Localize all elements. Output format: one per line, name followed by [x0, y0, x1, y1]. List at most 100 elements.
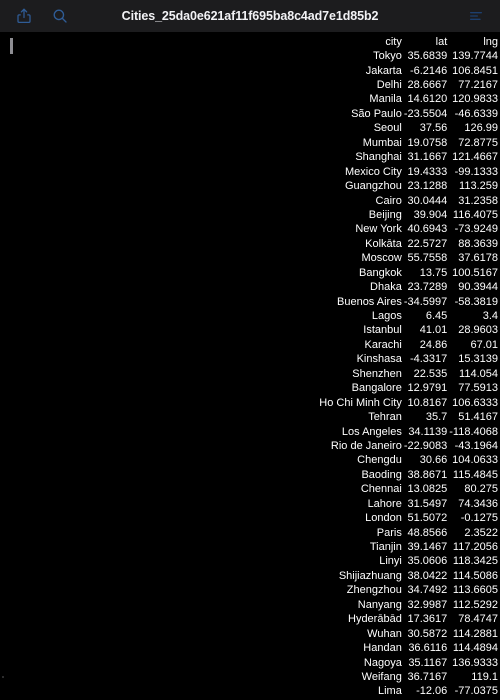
table-row: Seoul 37.56 126.99 [317, 122, 498, 136]
cell-lng: 31.2358 [458, 194, 498, 207]
cell-lng: 113.6605 [452, 584, 498, 597]
cell-lat: 36.7167 [407, 670, 448, 683]
cell-lat: 28.6667 [407, 79, 448, 92]
cell-lat: -22.9083 [403, 439, 448, 452]
cell-lng: -118.4068 [449, 425, 498, 438]
cell-lat: 39.904 [413, 208, 448, 221]
cell-lat: 35.6839 [407, 50, 448, 63]
cell-city: Weifang [361, 670, 402, 683]
cell-lng: 2.3522 [464, 526, 498, 539]
table-row: Shenzhen 22.535 114.054 [317, 367, 498, 381]
document-content-area[interactable]: city lat lng Tokyo 35.6839 139.7744 Jakarta… [0, 32, 500, 700]
cell-city: Ho Chi Minh City [319, 396, 402, 409]
table-container: city lat lng Tokyo 35.6839 139.7744 Jakarta… [0, 32, 500, 700]
table-row: Manila 14.6120 120.9833 [317, 93, 498, 107]
table-row: Moscow 55.7558 37.6178 [317, 252, 498, 266]
cell-city: Lagos [371, 310, 402, 323]
cell-lat: 14.6120 [407, 93, 448, 106]
cell-lat: 55.7558 [407, 252, 448, 265]
cell-city: Buenos Aires [337, 295, 402, 308]
cell-city: Kinshasa [356, 353, 402, 366]
cell-lng: 106.6333 [452, 396, 498, 409]
table-row: Delhi 28.6667 77.2167 [317, 78, 498, 92]
cell-lat: 51.5072 [407, 512, 448, 525]
cell-lng: 37.6178 [458, 252, 498, 265]
table-row: Nagoya 35.1167 136.9333 [317, 656, 498, 670]
cell-lat: 38.8671 [407, 468, 448, 481]
nav-right-actions [466, 6, 486, 26]
cell-lat: 31.1667 [407, 151, 448, 164]
cell-city: London [365, 512, 402, 525]
cell-city: Chennai [360, 483, 402, 496]
table-row: Kinshasa -4.3317 15.3139 [317, 353, 498, 367]
table-row: Guangzhou 23.1288 113.259 [317, 179, 498, 193]
cell-lng: 106.8451 [452, 64, 498, 77]
cell-lat: 19.4333 [407, 165, 448, 178]
cell-lat: 38.0422 [407, 569, 448, 582]
cell-city: Shanghai [355, 151, 402, 164]
cell-city: Tehran [368, 411, 402, 424]
cell-lng: 28.9603 [458, 324, 498, 337]
cell-lat: 34.7492 [407, 584, 448, 597]
column-header-city: city [385, 35, 402, 48]
cell-lat: -4.3317 [409, 353, 448, 366]
cell-city: Zhengzhou [346, 584, 402, 597]
share-icon[interactable] [14, 6, 34, 26]
cell-city: Beijing [368, 208, 402, 221]
cell-lng: 77.2167 [458, 79, 498, 92]
cell-lng: 136.9333 [452, 656, 498, 669]
cell-lng: 3.4 [482, 310, 498, 323]
cell-city: Karachi [364, 338, 402, 351]
search-icon[interactable] [50, 6, 70, 26]
cell-city: Rio de Janeiro [330, 439, 402, 452]
cell-lng: -46.6339 [454, 107, 498, 120]
cell-city: Wuhan [367, 627, 402, 640]
nav-left-actions [14, 6, 70, 26]
table-row: New York 40.6943 -73.9249 [317, 223, 498, 237]
cell-lng: 126.99 [464, 122, 498, 135]
table-row: Los Angeles 34.1139 -118.4068 [317, 425, 498, 439]
table-body: Tokyo 35.6839 139.7744 Jakarta -6.2146 106.84… [317, 49, 498, 700]
cell-city: Tianjin [369, 541, 402, 554]
cell-city: Guangzhou [344, 180, 402, 193]
cell-lat: 6.45 [425, 310, 448, 323]
cell-city: Nagoya [363, 656, 402, 669]
cell-lat: 40.6943 [407, 223, 448, 236]
cell-lat: 32.9987 [407, 598, 448, 611]
cell-lat: -34.5997 [403, 295, 448, 308]
cell-city: Hyderābād [348, 613, 402, 626]
cell-lat: 13.0825 [407, 483, 448, 496]
cell-city: Lahore [367, 497, 402, 510]
table-row: Dhaka 23.7289 90.3944 [317, 280, 498, 294]
table-row: Buenos Aires -34.5997 -58.3819 [317, 295, 498, 309]
table-row: Bangalore 12.9791 77.5913 [317, 382, 498, 396]
cell-lat: -12.06 [416, 685, 448, 698]
top-navigation-bar: Cities_25da0e621af11f695ba8c4ad7e1d85b2 [0, 0, 500, 32]
cell-lng: 78.4747 [458, 613, 498, 626]
cities-table: city lat lng Tokyo 35.6839 139.7744 Jakarta… [317, 35, 498, 700]
cell-city: Bangalore [351, 382, 402, 395]
cell-lng: 115.4845 [452, 468, 498, 481]
cell-lat: 35.0606 [407, 555, 448, 568]
column-header-lat: lat [435, 35, 448, 48]
table-row: Beijing 39.904 116.4075 [317, 208, 498, 222]
cell-lat: 12.9791 [407, 382, 448, 395]
cell-lng: 116.4075 [452, 208, 498, 221]
format-text-icon[interactable] [466, 6, 486, 26]
cell-lat: 24.86 [419, 338, 448, 351]
cell-lat: 23.1288 [407, 180, 448, 193]
cell-city: Baoding [361, 468, 402, 481]
cell-lng: -58.3819 [454, 295, 498, 308]
cell-lng: 77.5913 [458, 382, 498, 395]
cell-lng: -43.1964 [454, 439, 498, 452]
table-row: Cairo 30.0444 31.2358 [317, 194, 498, 208]
cell-city: Tokyo [373, 50, 402, 63]
cell-lat: 31.5497 [407, 497, 448, 510]
cell-lng: 74.3436 [458, 497, 498, 510]
cell-lat: 39.1467 [407, 541, 448, 554]
cell-lat: 30.66 [419, 454, 448, 467]
cell-city: Cairo [375, 194, 402, 207]
cell-city: Linyi [379, 555, 402, 568]
table-row: Linyi 35.0606 118.3425 [317, 555, 498, 569]
table-row: Kolkāta 22.5727 88.3639 [317, 237, 498, 251]
